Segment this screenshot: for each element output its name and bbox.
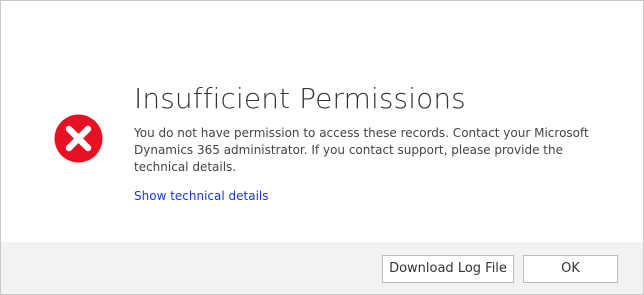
dialog-footer: Download Log File OK: [1, 242, 643, 294]
ok-button[interactable]: OK: [523, 255, 618, 283]
download-log-file-button[interactable]: Download Log File: [382, 255, 514, 283]
error-icon: [54, 114, 103, 163]
dialog-title: Insufficient Permissions: [134, 82, 466, 115]
show-technical-details-link[interactable]: Show technical details: [134, 188, 269, 204]
dialog-message: You do not have permission to access the…: [134, 126, 589, 174]
error-dialog: Insufficient Permissions You do not have…: [0, 0, 644, 295]
dialog-body: Insufficient Permissions You do not have…: [1, 1, 643, 242]
